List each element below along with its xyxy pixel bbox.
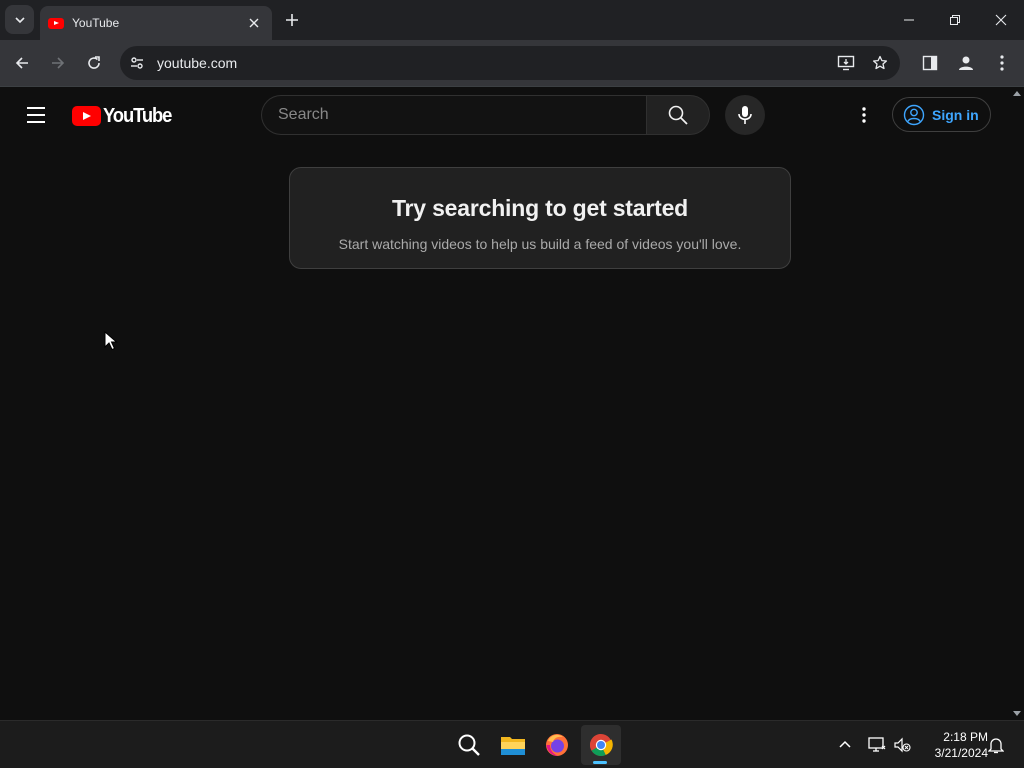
- new-tab-button[interactable]: [280, 8, 304, 32]
- tab-search-button[interactable]: [5, 5, 34, 34]
- taskbar-firefox[interactable]: [537, 725, 577, 765]
- more-vertical-icon: [862, 107, 866, 123]
- search-icon: [458, 734, 480, 756]
- star-icon: [872, 55, 888, 70]
- chevron-up-icon: [839, 740, 851, 748]
- volume-button[interactable]: [890, 733, 914, 757]
- show-hidden-icons-button[interactable]: [833, 733, 857, 757]
- clock-date: 3/21/2024: [934, 746, 988, 760]
- tab-strip: YouTube: [0, 0, 1024, 40]
- youtube-logo[interactable]: YouTube: [72, 104, 177, 128]
- chrome-menu-button[interactable]: [988, 49, 1016, 77]
- empty-feed-title: Try searching to get started: [391, 195, 689, 221]
- tab-title: YouTube: [72, 16, 120, 30]
- sign-in-label: Sign in: [932, 106, 979, 123]
- minimize-button[interactable]: [886, 0, 932, 40]
- address-bar[interactable]: youtube.com: [120, 46, 900, 80]
- notifications-button[interactable]: [984, 733, 1008, 757]
- system-clock[interactable]: 2:18 PM 3/21/2024: [920, 729, 988, 761]
- account-circle-icon: [903, 104, 925, 125]
- youtube-favicon-icon: [48, 17, 64, 29]
- plus-icon: [286, 14, 298, 26]
- sign-in-button[interactable]: Sign in: [892, 97, 991, 132]
- side-panel-button[interactable]: [916, 49, 944, 77]
- more-vertical-icon: [1000, 55, 1004, 71]
- profile-button[interactable]: [952, 49, 980, 77]
- restore-button[interactable]: [932, 0, 978, 40]
- scroll-up-arrow-icon[interactable]: [1013, 91, 1021, 96]
- chrome-icon: [590, 734, 613, 756]
- close-window-button[interactable]: [978, 0, 1024, 40]
- youtube-wordmark: YouTube: [103, 104, 172, 127]
- reload-icon: [88, 56, 100, 69]
- minimize-icon: [904, 19, 914, 21]
- search-box: [261, 95, 646, 135]
- mouse-cursor-icon: [104, 331, 118, 351]
- reload-button[interactable]: [80, 49, 108, 77]
- search-input[interactable]: [278, 106, 646, 124]
- browser-toolbar: youtube.com: [0, 40, 1024, 86]
- clock-time: 2:18 PM: [943, 730, 988, 744]
- tab-youtube[interactable]: YouTube: [40, 6, 272, 40]
- taskbar-file-explorer[interactable]: [493, 725, 533, 765]
- restore-icon: [950, 15, 960, 25]
- arrow-left-icon: [15, 57, 28, 69]
- network-status-button[interactable]: [865, 733, 889, 757]
- guide-menu-button[interactable]: [20, 99, 52, 131]
- hamburger-icon: [27, 107, 45, 109]
- search-icon: [668, 105, 688, 125]
- active-app-indicator: [593, 761, 607, 764]
- firefox-icon: [546, 734, 568, 756]
- tune-icon: [131, 57, 143, 69]
- voice-search-button[interactable]: [725, 95, 765, 135]
- youtube-page: YouTube Sign in Try searching to get sta…: [0, 87, 1024, 720]
- site-info-button[interactable]: [123, 49, 151, 77]
- back-button[interactable]: [8, 49, 36, 77]
- file-explorer-icon: [501, 737, 525, 755]
- empty-feed-card: Try searching to get started Start watch…: [289, 167, 791, 269]
- close-icon: [249, 18, 259, 28]
- microphone-icon: [738, 106, 752, 124]
- close-icon: [995, 14, 1007, 26]
- settings-menu-button[interactable]: [848, 99, 880, 131]
- network-icon: [868, 737, 886, 752]
- taskbar-search-button[interactable]: [449, 725, 489, 765]
- bookmark-button[interactable]: [866, 49, 894, 77]
- person-icon: [959, 56, 973, 70]
- volume-muted-icon: [894, 737, 911, 753]
- tab-close-button[interactable]: [246, 15, 262, 31]
- taskbar-chrome[interactable]: [581, 725, 621, 765]
- forward-button[interactable]: [44, 49, 72, 77]
- url-text: youtube.com: [157, 55, 238, 71]
- chevron-down-icon: [14, 16, 25, 23]
- page-scrollbar[interactable]: [1010, 87, 1024, 720]
- scroll-down-arrow-icon[interactable]: [1013, 711, 1021, 716]
- install-icon: [837, 55, 855, 71]
- search-button[interactable]: [646, 95, 710, 135]
- bell-icon: [988, 738, 1004, 754]
- empty-feed-subtitle: Start watching videos to help us build a…: [338, 236, 742, 252]
- install-app-button[interactable]: [832, 49, 860, 77]
- windows-taskbar: 2:18 PM 3/21/2024: [0, 720, 1024, 768]
- side-panel-icon: [922, 55, 938, 71]
- arrow-right-icon: [52, 57, 65, 69]
- youtube-play-icon: [72, 106, 101, 126]
